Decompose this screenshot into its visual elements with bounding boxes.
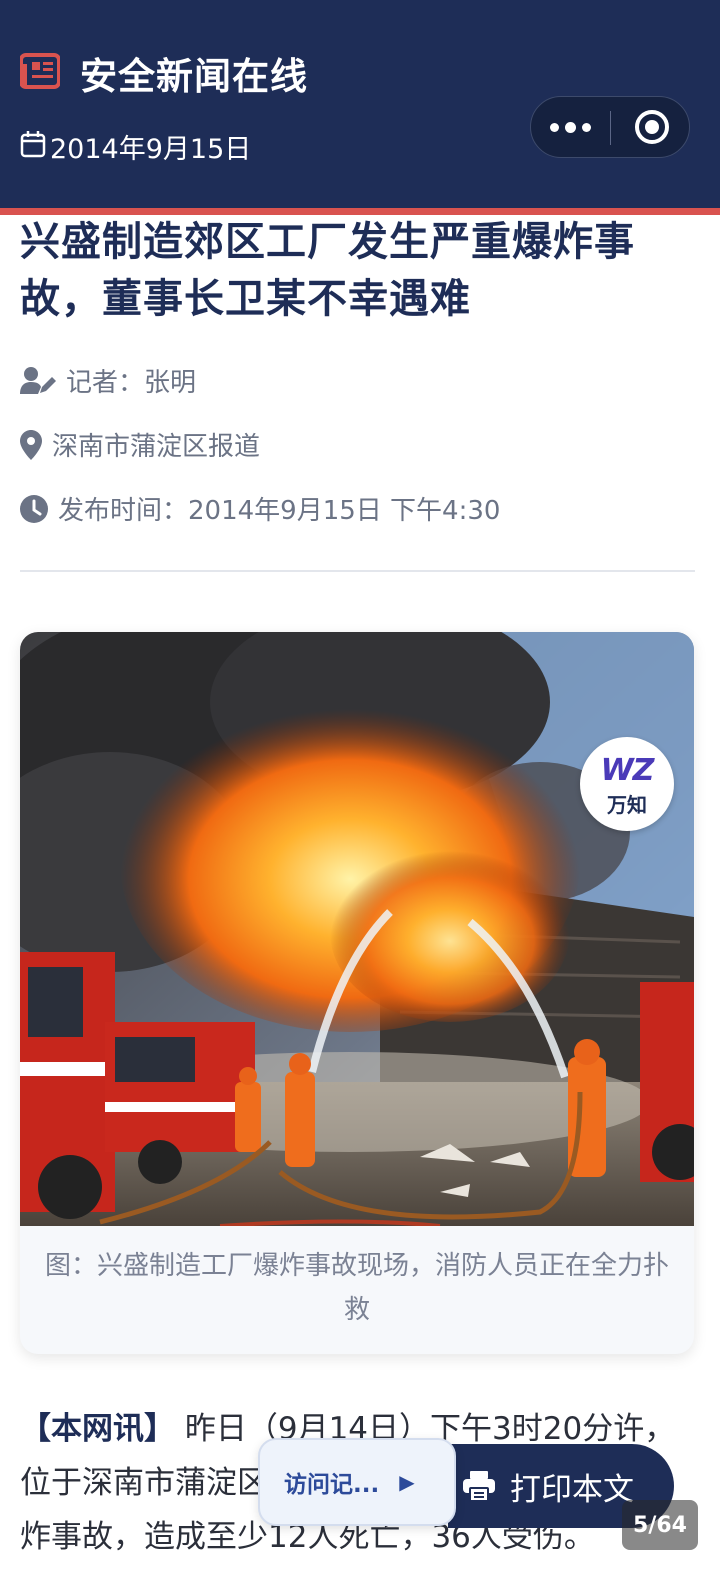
more-dots-icon[interactable] [531, 97, 609, 157]
visit-label: 访问记... [284, 1472, 380, 1498]
page-indicator: 5/64 [622, 1500, 698, 1550]
visit-reporter-button[interactable]: 访问记... ▶ [258, 1438, 456, 1526]
capsule-close-icon[interactable] [635, 110, 669, 144]
clock-icon [20, 494, 48, 523]
newspaper-icon [20, 53, 60, 89]
site-title: 安全新闻在线 [80, 55, 308, 98]
figure-caption: 图：兴盛制造工厂爆炸事故现场，消防人员正在全力扑救 [44, 1251, 669, 1325]
reporter-text: 记者：张明 [66, 368, 197, 398]
wanzhi-watermark-logo: WZ 万知 [580, 737, 674, 831]
printer-icon [463, 1471, 495, 1502]
calendar-icon [20, 131, 46, 158]
location-text: 深南市蒲淀区报道 [52, 432, 261, 462]
capsule-divider [610, 111, 611, 145]
article-headline: 兴盛制造郊区工厂发生严重爆炸事故，董事长卫某不幸遇难 [20, 219, 635, 322]
publish-time-text: 发布时间：2014年9月15日 下午4:30 [58, 496, 501, 526]
print-label: 打印本文 [510, 1471, 634, 1508]
location-row: 深南市蒲淀区报道 [20, 426, 260, 463]
app-header: 安全新闻在线 2014年9月15日 [0, 0, 720, 208]
miniprogram-capsule [530, 96, 690, 158]
explosion-scene-photo[interactable] [20, 632, 694, 1226]
reporter-icon [20, 366, 56, 394]
article-figure: 图：兴盛制造工厂爆炸事故现场，消防人员正在全力扑救 [20, 632, 694, 1354]
watermark-logo-mark: WZ [600, 753, 655, 788]
reporter-row: 记者：张明 [20, 362, 196, 399]
play-arrow-icon: ▶ [399, 1470, 415, 1494]
map-pin-icon [20, 429, 42, 460]
watermark-text: 万知 [607, 793, 647, 817]
lead-label: 【本网讯】 [20, 1411, 175, 1447]
publish-time-row: 发布时间：2014年9月15日 下午4:30 [20, 490, 500, 527]
meta-divider [20, 570, 695, 572]
header-date: 2014年9月15日 [50, 134, 252, 165]
